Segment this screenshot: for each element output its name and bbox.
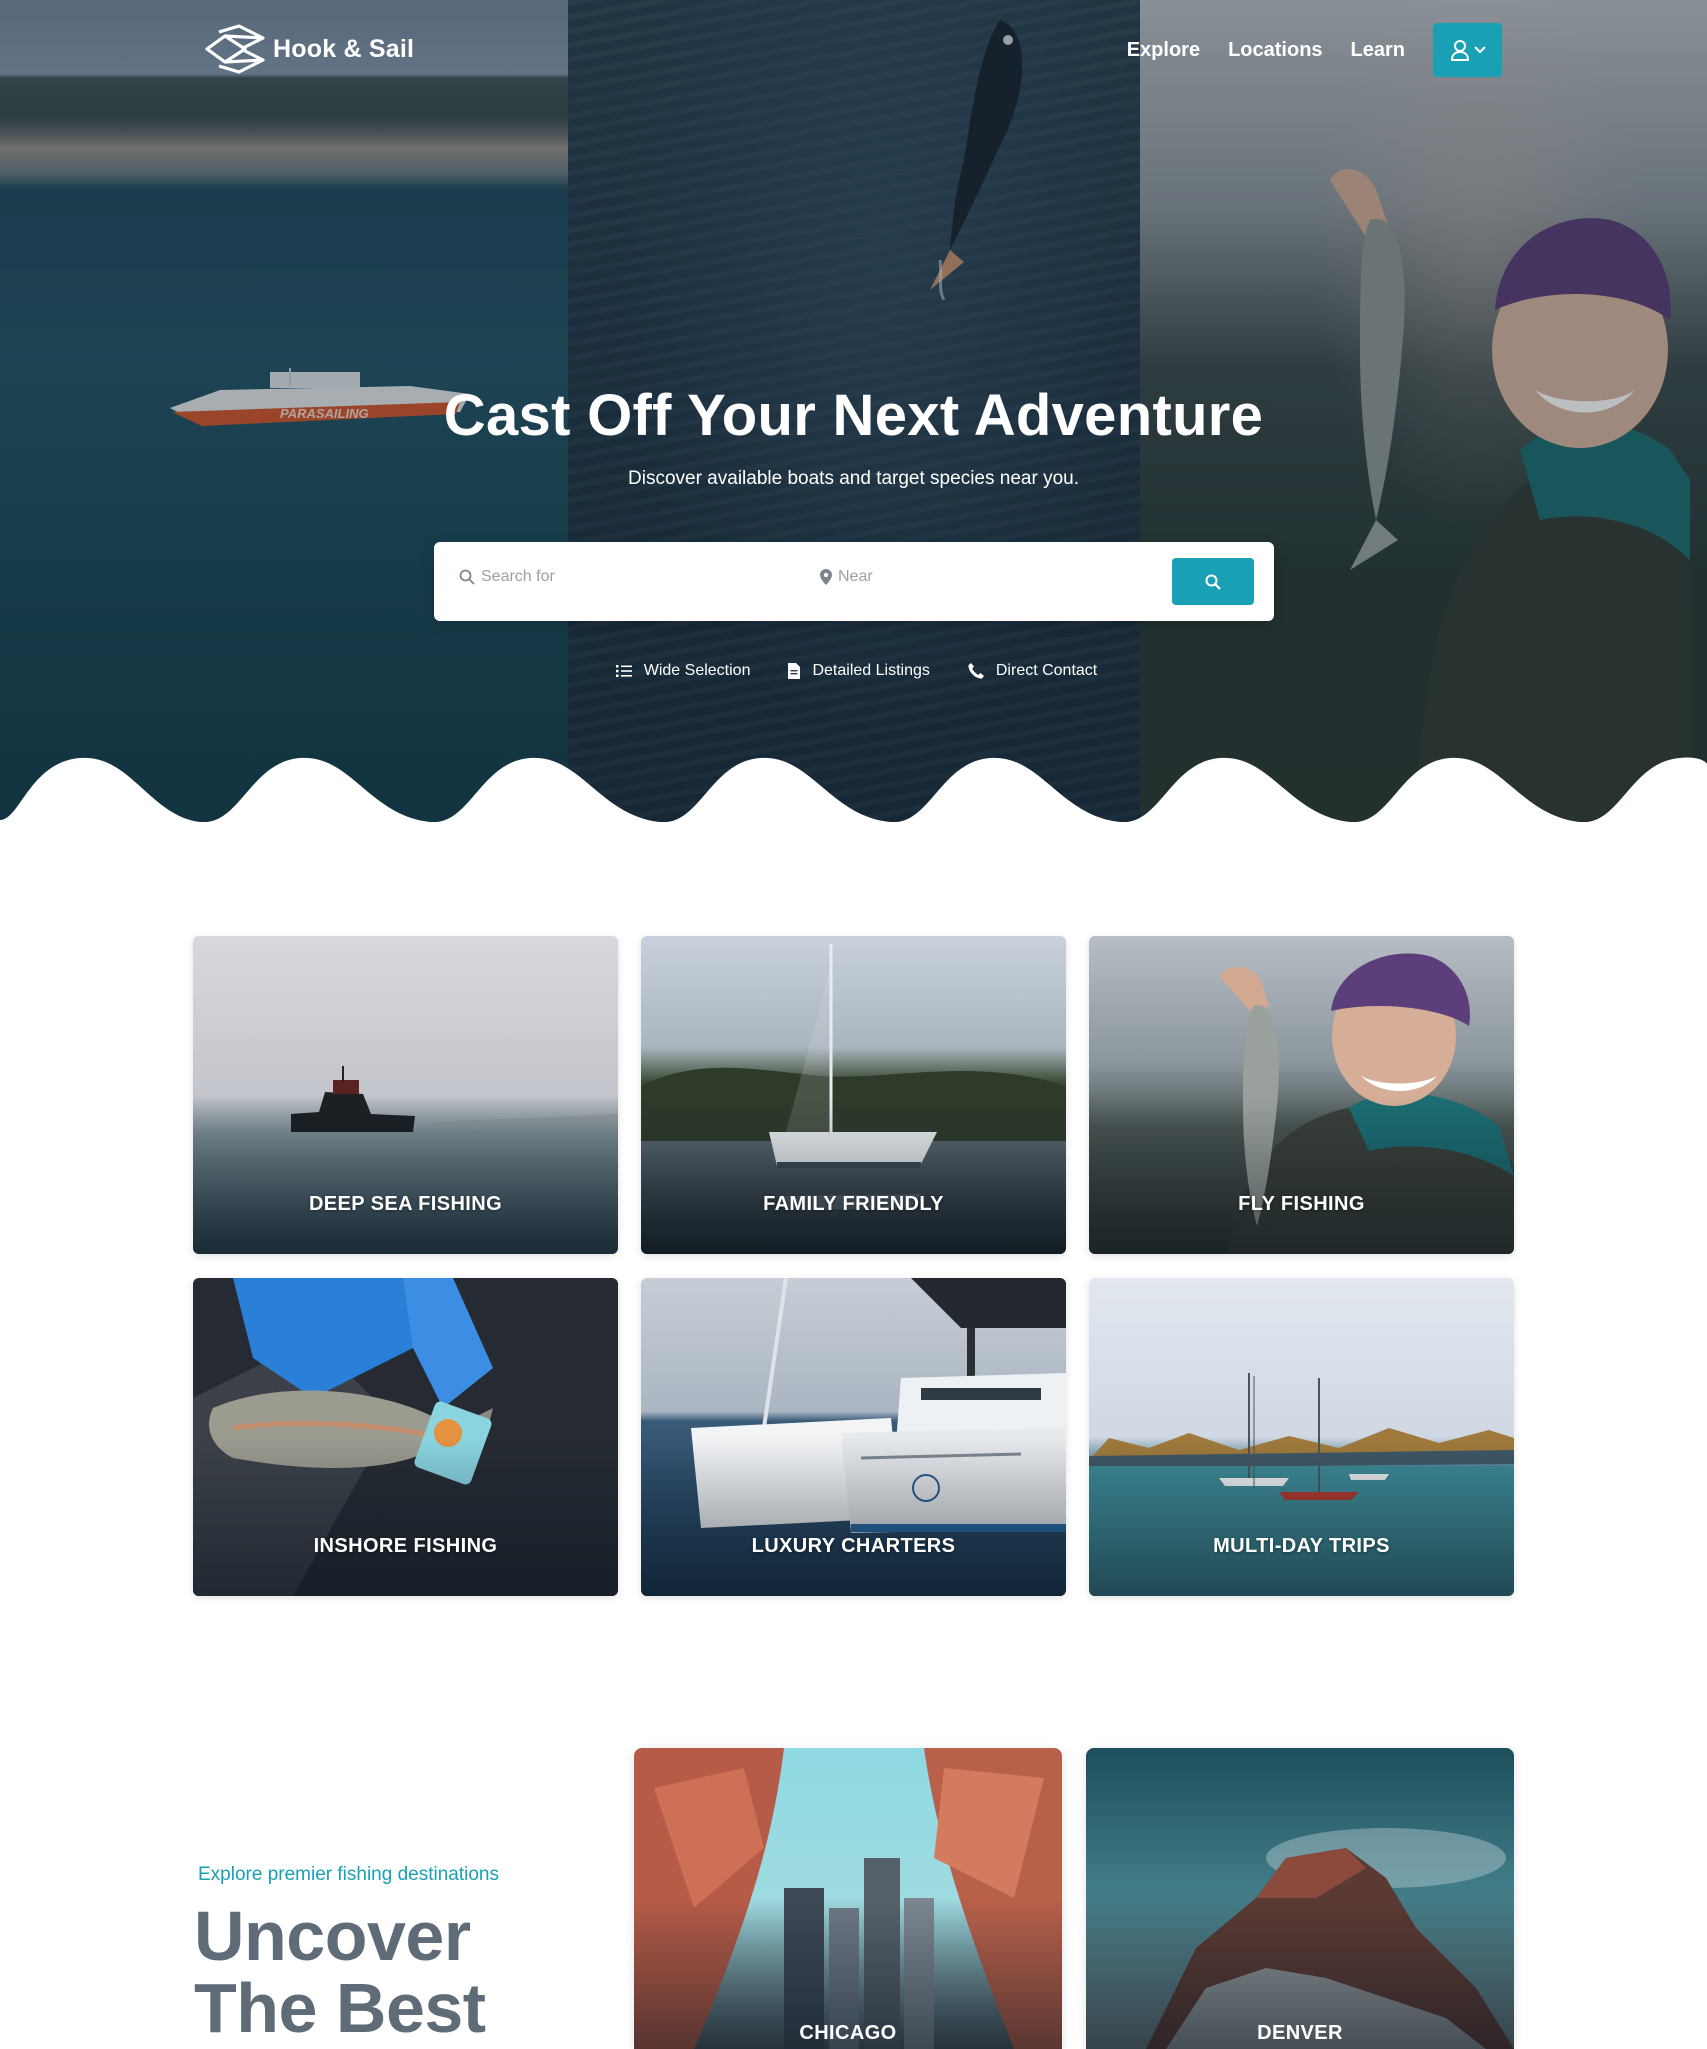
search-bar: Search for Near <box>434 542 1274 621</box>
destinations-title: Uncover The Best <box>194 1900 486 2044</box>
category-label: LUXURY CHARTERS <box>751 1535 956 1557</box>
card-overlay <box>641 1095 1066 1254</box>
category-card-multi-day-trips[interactable]: MULTI-DAY TRIPS <box>1089 1278 1514 1596</box>
category-card-luxury-charters[interactable]: LUXURY CHARTERS <box>641 1278 1066 1596</box>
destination-label: CHICAGO <box>799 2022 897 2044</box>
category-label: DEEP SEA FISHING <box>308 1193 503 1215</box>
brand-name: Hook & Sail <box>273 34 415 63</box>
category-label: FLY FISHING <box>1238 1193 1365 1215</box>
feature-label: Detailed Listings <box>812 662 930 679</box>
category-card-deep-sea-fishing[interactable]: DEEP SEA FISHING <box>193 936 618 1254</box>
search-submit-button[interactable] <box>1172 558 1254 605</box>
phone-icon <box>968 663 984 679</box>
destinations-title-line2: The Best <box>194 1969 486 2047</box>
destination-card-chicago[interactable]: CHICAGO <box>634 1748 1062 2049</box>
category-label: MULTI-DAY TRIPS <box>1213 1535 1390 1557</box>
hero-subtitle: Discover available boats and target spec… <box>628 468 1079 489</box>
search-near-field[interactable]: Near <box>820 568 873 586</box>
nav-explore[interactable]: Explore <box>1127 39 1200 62</box>
nav-learn[interactable]: Learn <box>1351 39 1405 62</box>
card-overlay <box>1089 1095 1514 1254</box>
logo-mark-icon <box>205 24 265 74</box>
category-card-fly-fishing[interactable]: FLY FISHING <box>1089 936 1514 1254</box>
destinations-title-line1: Uncover <box>194 1897 471 1975</box>
feature-label: Wide Selection <box>643 662 751 679</box>
feature-detailed-listings: Detailed Listings <box>788 662 930 680</box>
search-what-placeholder: Search for <box>481 568 555 585</box>
wave-divider <box>0 757 1707 822</box>
main-nav: Explore Locations Learn <box>1127 23 1502 77</box>
nav-locations[interactable]: Locations <box>1228 39 1322 62</box>
card-overlay <box>193 1437 618 1596</box>
hero-features: Wide Selection Detailed Listings Direct … <box>0 662 1707 680</box>
destination-card-denver[interactable]: DENVER <box>1086 1748 1514 2049</box>
card-overlay <box>641 1437 1066 1596</box>
search-near-placeholder: Near <box>838 568 873 585</box>
user-icon <box>1450 40 1469 61</box>
document-icon <box>788 663 801 679</box>
card-overlay <box>193 1095 618 1254</box>
feature-wide-selection: Wide Selection <box>615 662 751 680</box>
search-icon <box>459 569 475 585</box>
search-icon <box>1205 574 1221 590</box>
brand-logo[interactable]: Hook & Sail <box>203 24 414 74</box>
feature-label: Direct Contact <box>995 662 1098 679</box>
hero-section: PARASAILING Hook & Sail Explore Location… <box>0 0 1707 822</box>
category-card-family-friendly[interactable]: FAMILY FRIENDLY <box>641 936 1066 1254</box>
destinations-eyebrow: Explore premier fishing destinations <box>198 1864 499 1885</box>
hero-title: Cast Off Your Next Adventure <box>443 383 1264 448</box>
search-what-field[interactable]: Search for <box>459 568 555 586</box>
category-card-inshore-fishing[interactable]: INSHORE FISHING <box>193 1278 618 1596</box>
category-label: FAMILY FRIENDLY <box>763 1193 944 1215</box>
feature-direct-contact: Direct Contact <box>968 662 1097 680</box>
list-icon <box>615 665 632 677</box>
destination-label: DENVER <box>1257 2022 1343 2044</box>
user-menu-button[interactable] <box>1433 23 1502 77</box>
chevron-down-icon <box>1473 46 1486 54</box>
map-pin-icon <box>820 569 832 585</box>
card-overlay <box>1089 1437 1514 1596</box>
category-label: INSHORE FISHING <box>313 1535 498 1557</box>
